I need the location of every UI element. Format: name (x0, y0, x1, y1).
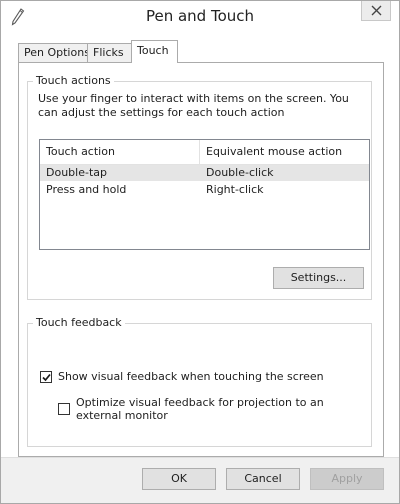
touch-feedback-legend: Touch feedback (33, 316, 125, 329)
cancel-button[interactable]: Cancel (226, 468, 300, 490)
touch-feedback-group: Touch feedback Show visual feedback when… (27, 316, 372, 447)
optimize-projection-option[interactable]: Optimize visual feedback for projection … (58, 396, 358, 425)
show-visual-feedback-option[interactable]: Show visual feedback when touching the s… (40, 370, 360, 385)
list-header: Touch action Equivalent mouse action (40, 140, 369, 165)
settings-button[interactable]: Settings... (273, 267, 364, 289)
tab-flicks[interactable]: Flicks (87, 43, 132, 62)
list-row-double-tap[interactable]: Double-tap Double-click (40, 165, 369, 181)
mouse-action-cell: Double-click (206, 166, 274, 179)
optimize-projection-label: Optimize visual feedback for projection … (76, 396, 324, 422)
touch-action-cell: Double-tap (46, 166, 107, 179)
close-icon (371, 5, 382, 16)
touch-actions-legend: Touch actions (33, 74, 114, 87)
ok-button[interactable]: OK (142, 468, 216, 490)
show-visual-feedback-label: Show visual feedback when touching the s… (58, 370, 324, 383)
title-bar[interactable]: Pen and Touch (1, 1, 399, 35)
tab-pen-options[interactable]: Pen Options (18, 43, 90, 62)
dialog-footer: OK Cancel Apply (1, 457, 399, 503)
column-header-touch-action[interactable]: Touch action (40, 140, 200, 164)
mouse-action-cell: Right-click (206, 183, 264, 196)
checkmark-icon (42, 373, 51, 382)
tab-touch[interactable]: Touch (131, 40, 178, 63)
apply-button[interactable]: Apply (310, 468, 384, 490)
touch-actions-description: Use your finger to interact with items o… (38, 92, 349, 119)
list-row-press-and-hold[interactable]: Press and hold Right-click (40, 182, 369, 198)
close-button[interactable] (361, 1, 391, 21)
window-title: Pen and Touch (145, 7, 255, 25)
pen-and-touch-dialog: Pen and Touch Pen Options Flicks Touch T… (0, 0, 400, 504)
show-visual-feedback-checkbox[interactable] (40, 371, 52, 383)
touch-action-cell: Press and hold (46, 183, 127, 196)
touch-actions-list[interactable]: Touch action Equivalent mouse action Dou… (39, 139, 370, 250)
touch-actions-group: Touch actions Use your finger to interac… (27, 74, 372, 300)
touch-tab-panel: Touch actions Use your finger to interac… (18, 62, 384, 457)
optimize-projection-checkbox[interactable] (58, 403, 70, 415)
column-header-mouse-action[interactable]: Equivalent mouse action (200, 140, 369, 164)
